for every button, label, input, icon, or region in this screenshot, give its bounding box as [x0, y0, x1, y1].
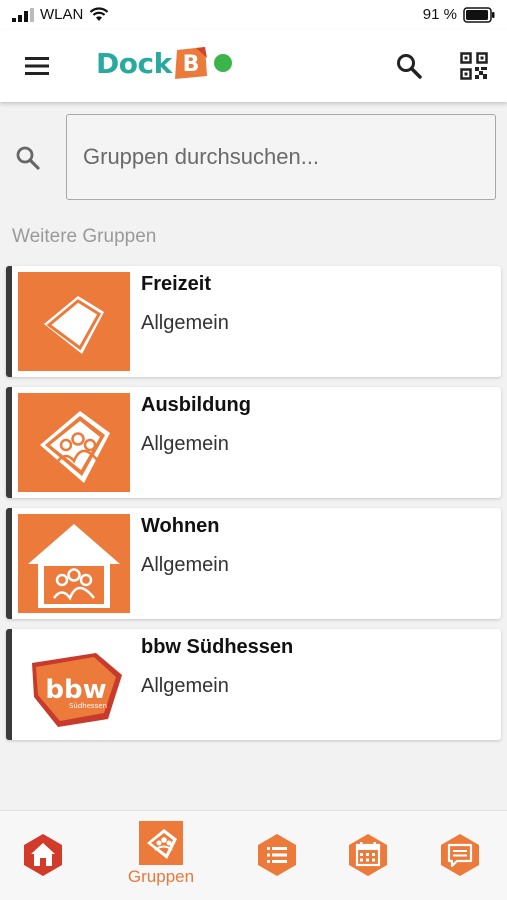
group-card-bbw-suedhessen[interactable]: bbw Südhessen bbw Südhessen Allgemein	[6, 629, 501, 740]
nav-home[interactable]	[8, 833, 78, 877]
nav-chat[interactable]	[425, 833, 495, 877]
logo-b-icon: B	[174, 47, 207, 79]
battery-icon	[463, 6, 495, 23]
group-name: Ausbildung	[141, 394, 251, 416]
bbw-logo-text: bbw	[45, 675, 106, 705]
bottom-navigation: Gruppen	[0, 810, 507, 900]
group-name: Wohnen	[141, 515, 220, 537]
home-icon	[24, 834, 62, 876]
group-thumbnail	[18, 514, 130, 613]
groups-icon	[139, 821, 183, 865]
carrier-label: WLAN	[40, 6, 84, 23]
status-bar: WLAN 91 %	[0, 0, 507, 30]
menu-button[interactable]	[22, 52, 54, 80]
status-right: 91 %	[423, 6, 495, 23]
group-thumbnail	[18, 272, 130, 371]
group-list: Freizeit Allgemein Ausbildung Allgemein	[6, 266, 501, 750]
logo-text: Dock	[96, 46, 172, 80]
list-icon	[258, 834, 296, 876]
search-icon	[397, 54, 422, 79]
group-thumbnail	[18, 393, 130, 492]
group-search-input[interactable]	[66, 114, 496, 200]
group-card-ausbildung[interactable]: Ausbildung Allgemein	[6, 387, 501, 498]
group-category: Allgemein	[141, 312, 229, 334]
bbw-logo-subtext: Südhessen	[69, 702, 107, 710]
status-left: WLAN	[12, 6, 109, 23]
online-status-indicator	[213, 54, 232, 72]
search-button[interactable]	[395, 52, 423, 80]
logo-letter: B	[182, 52, 199, 77]
section-title: Weitere Gruppen	[12, 226, 157, 247]
chat-icon	[441, 834, 479, 876]
wifi-icon	[90, 7, 109, 21]
group-card-wohnen[interactable]: Wohnen Allgemein	[6, 508, 501, 619]
nav-list[interactable]	[242, 833, 312, 877]
nav-calendar[interactable]	[333, 833, 403, 877]
battery-percent: 91 %	[422, 6, 457, 23]
search-field-icon	[16, 146, 40, 170]
hamburger-menu-icon	[25, 57, 49, 75]
group-search-row	[0, 114, 507, 202]
nav-groups[interactable]: Gruppen	[126, 821, 196, 887]
group-category: Allgemein	[141, 554, 229, 576]
signal-icon	[12, 7, 34, 22]
group-name: bbw Südhessen	[141, 636, 294, 658]
group-card-freizeit[interactable]: Freizeit Allgemein	[6, 266, 501, 377]
house-people-icon	[28, 524, 120, 608]
group-thumbnail: bbw Südhessen	[18, 635, 130, 734]
people-diamond-icon	[40, 411, 110, 483]
app-bar: Dock B	[0, 30, 507, 102]
nav-groups-label: Gruppen	[127, 867, 195, 886]
group-category: Allgemein	[141, 675, 229, 697]
app-logo: Dock B	[96, 46, 232, 80]
group-category: Allgemein	[141, 433, 229, 455]
qr-code-icon	[460, 52, 488, 80]
group-name: Freizeit	[141, 273, 212, 295]
calendar-icon	[349, 834, 387, 876]
diamond-icon	[44, 296, 104, 354]
qr-code-button[interactable]	[460, 52, 488, 80]
bbw-logo: bbw Südhessen	[32, 653, 122, 727]
